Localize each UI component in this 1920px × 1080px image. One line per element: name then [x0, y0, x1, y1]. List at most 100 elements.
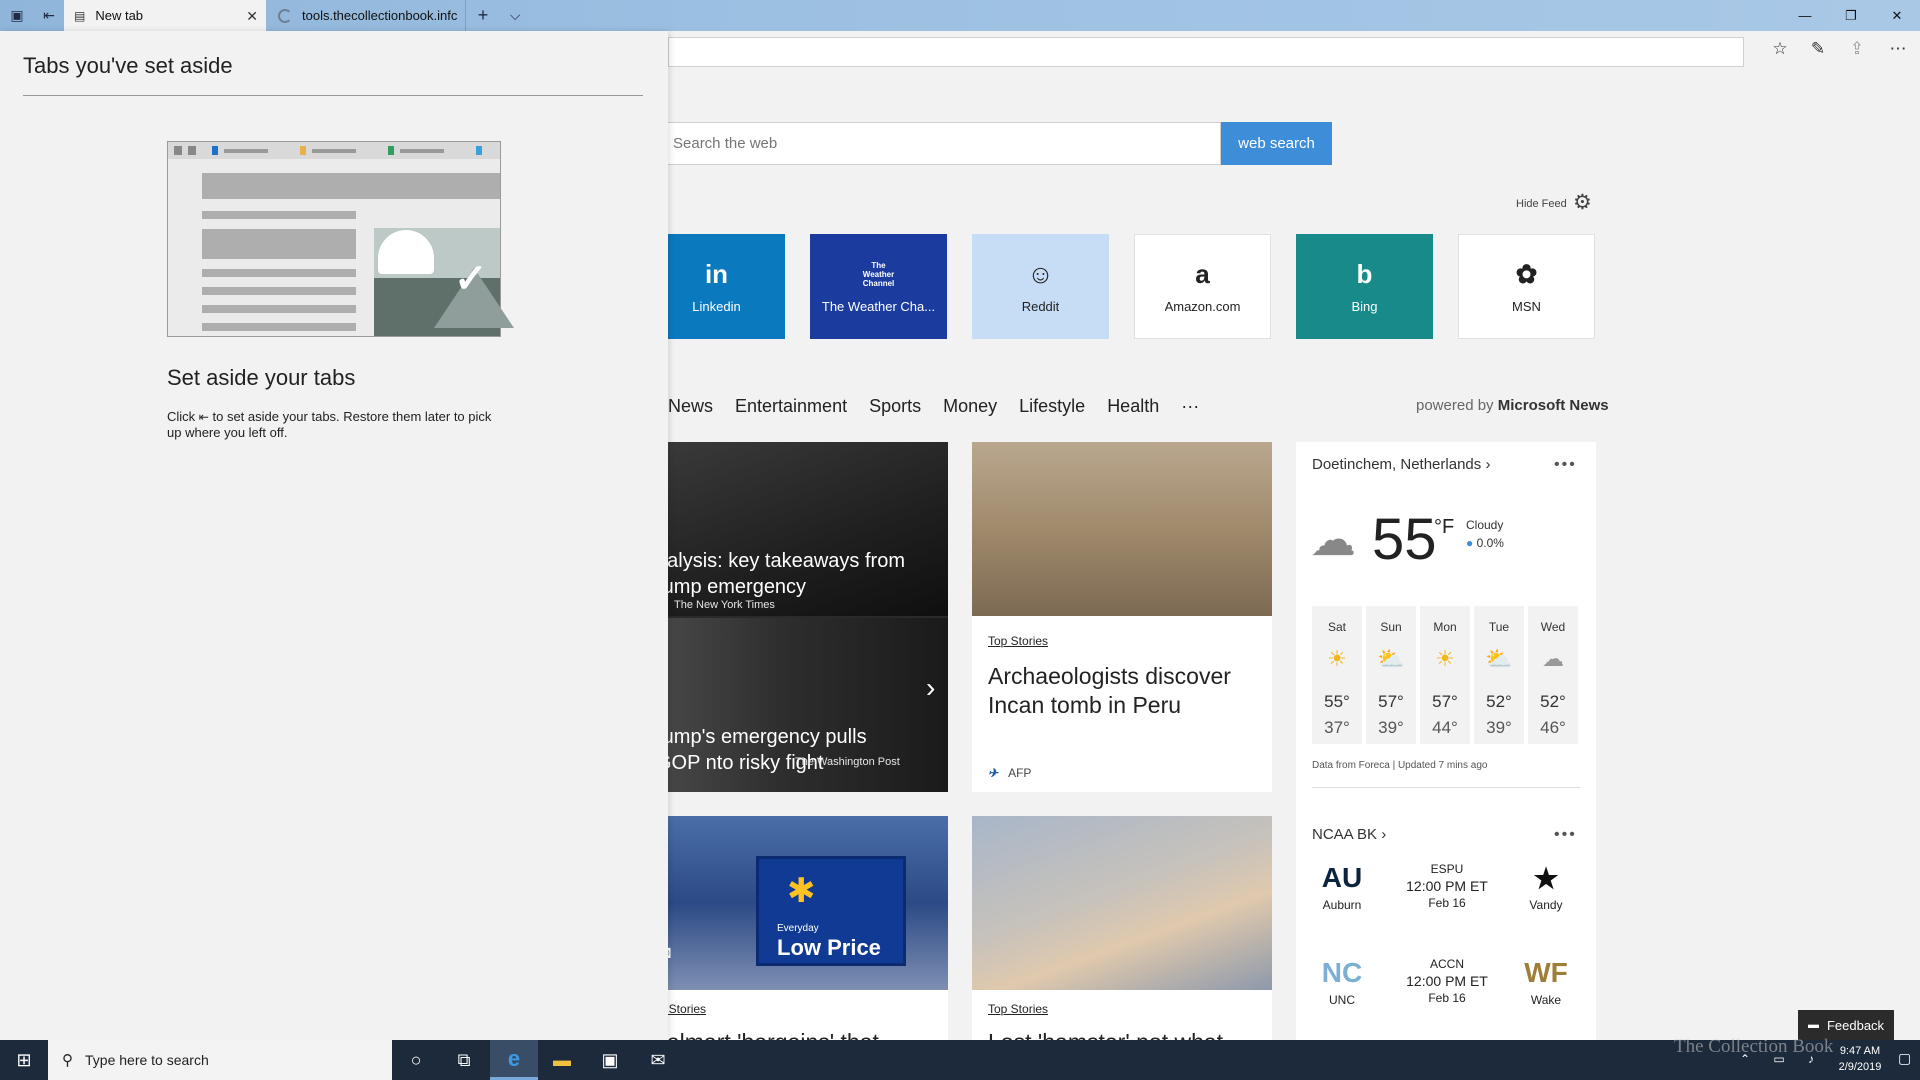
taskbar-search-placeholder: Type here to search	[85, 1052, 209, 1068]
story-image	[972, 442, 1272, 616]
sun-icon: ☀	[1327, 646, 1347, 671]
tile-label: Linkedin	[692, 299, 741, 314]
web-search-box[interactable]	[580, 122, 1221, 165]
pen-notes-icon[interactable]: ✎	[1806, 39, 1830, 59]
forecast-day[interactable]: Sun ⛅ 57° 39°	[1366, 606, 1416, 744]
clock[interactable]: 9:47 AM 2/9/2019	[1828, 1043, 1892, 1075]
raindrop-icon: ●	[1466, 536, 1474, 550]
weather-location[interactable]: Doetinchem, Netherlands ›	[1312, 456, 1490, 473]
minimize-button[interactable]: —	[1782, 0, 1828, 31]
cloud-icon: ☁	[1310, 513, 1356, 565]
hide-feed-link[interactable]: Hide Feed	[1516, 198, 1567, 210]
tile-label: Amazon.com	[1164, 299, 1241, 314]
restore-button[interactable]: ❐	[1828, 0, 1874, 31]
panel-subheading: Set aside your tabs	[167, 365, 356, 390]
weather-channel-icon: The Weather Channel	[862, 260, 895, 288]
divider	[1312, 787, 1580, 788]
start-windows-icon[interactable]: ⊞	[0, 1040, 48, 1080]
edge-browser-icon[interactable]: e	[490, 1040, 538, 1080]
story-headline[interactable]: Lost 'hamster' not what	[988, 1028, 1258, 1040]
new-tab-button[interactable]: +	[468, 0, 498, 31]
feed-settings-gear-icon[interactable]: ⚙	[1573, 190, 1592, 215]
tab-list-chevron-icon[interactable]: ⌵	[500, 0, 530, 31]
forecast-day[interactable]: Mon ☀ 57° 44°	[1420, 606, 1470, 744]
file-explorer-icon[interactable]: ▬	[538, 1040, 586, 1080]
illustration-image: ✓	[374, 228, 514, 336]
task-view-icon[interactable]: ⧉	[440, 1040, 488, 1080]
title-bar: ▣ ⇤ ▤ New tab ✕ tools.thecollectionbook.…	[0, 0, 1920, 31]
search-input[interactable]	[581, 123, 1220, 164]
set-aside-tabs-icon[interactable]: ⇤	[34, 0, 64, 31]
close-window-button[interactable]: ✕	[1874, 0, 1920, 31]
store-bag-icon[interactable]: ▣	[586, 1040, 634, 1080]
game-row[interactable]: NC UNC ACCN 12:00 PM ET Feb 16 WF Wake	[1312, 957, 1580, 1037]
top-site-reddit[interactable]: ☺ Reddit	[972, 234, 1109, 339]
clock-date: 2/9/2019	[1838, 1061, 1882, 1073]
ncaa-more-icon[interactable]: •••	[1554, 826, 1577, 844]
hero-story-carousel[interactable]: nalysis: key takeaways from rump emergen…	[646, 442, 948, 792]
hero-source: The New York Times	[674, 599, 775, 611]
ncaa-title[interactable]: NCAA BK ›	[1312, 826, 1386, 843]
more-options-icon[interactable]: ⋯	[1886, 39, 1910, 59]
tab-new-tab[interactable]: ▤ New tab ✕	[64, 0, 266, 31]
taskbar-search-box[interactable]: ⚲ Type here to search	[48, 1040, 392, 1080]
story-tag[interactable]: Top Stories	[988, 1002, 1048, 1016]
set-aside-tabs-icon: ⇤	[198, 410, 209, 424]
category-entertainment[interactable]: Entertainment	[735, 396, 847, 420]
weather-source[interactable]: Data from Foreca | Updated 7 mins ago	[1312, 760, 1487, 771]
share-icon[interactable]: ⇪	[1845, 39, 1869, 59]
story-tag[interactable]: Top Stories	[988, 634, 1048, 648]
temperature-unit[interactable]: °F	[1434, 516, 1454, 539]
category-more[interactable]: ···	[1181, 396, 1199, 420]
close-tab-icon[interactable]: ✕	[246, 8, 258, 25]
story-image: ✱ Everyday Low Price ◙	[646, 816, 948, 990]
top-site-msn[interactable]: ✿ MSN	[1458, 234, 1595, 339]
hero-source: The Washington Post	[795, 756, 900, 768]
story-card-walmart[interactable]: ✱ Everyday Low Price ◙ Top Stories Walma…	[646, 816, 948, 1040]
vandy-star-icon: ★	[1533, 863, 1559, 894]
action-center-icon[interactable]: ▢	[1898, 1050, 1911, 1067]
forecast-day[interactable]: Tue ⛅ 52° 39°	[1474, 606, 1524, 744]
story-headline[interactable]: Archaeologists discover Incan tomb in Pe…	[988, 662, 1258, 720]
hero-headline[interactable]: rump's emergency pulls GOP nto risky fig…	[656, 724, 916, 776]
story-card-archaeology[interactable]: Top Stories Archaeologists discover Inca…	[972, 442, 1272, 792]
address-bar[interactable]	[668, 37, 1744, 67]
tabs-set-aside-panel: Tabs you've set aside ✓ Set aside your t…	[0, 31, 668, 1040]
web-search-button[interactable]: web search	[1221, 122, 1332, 165]
carousel-next-icon[interactable]: ›	[926, 672, 935, 704]
partly-cloudy-icon: ⛅	[1485, 646, 1513, 671]
game-info: ACCN 12:00 PM ET Feb 16	[1406, 957, 1488, 1005]
top-site-weather-channel[interactable]: The Weather Channel The Weather Cha...	[810, 234, 947, 339]
hero-headline[interactable]: nalysis: key takeaways from rump emergen…	[656, 548, 916, 600]
wake-forest-logo-icon: WF	[1524, 957, 1568, 988]
top-site-linkedin[interactable]: in Linkedin	[648, 234, 785, 339]
mail-icon[interactable]: ✉	[634, 1040, 682, 1080]
linkedin-icon: in	[704, 258, 729, 289]
chevron-right-icon: ›	[1485, 456, 1491, 473]
weather-more-icon[interactable]: •••	[1554, 456, 1577, 474]
category-news[interactable]: News	[668, 396, 713, 420]
feedback-icon: ▬	[1807, 1019, 1819, 1031]
category-sports[interactable]: Sports	[869, 396, 921, 420]
unc-logo-icon: NC	[1321, 957, 1363, 988]
forecast-day[interactable]: Sat ☀ 55° 37°	[1312, 606, 1362, 744]
cortana-icon[interactable]: ○	[392, 1040, 440, 1080]
forecast-day[interactable]: Wed ☁ 52° 46°	[1528, 606, 1578, 744]
favorites-star-icon[interactable]: ☆	[1768, 39, 1792, 59]
checkmark-icon: ✓	[454, 257, 488, 301]
top-site-bing[interactable]: b Bing	[1296, 234, 1433, 339]
windows-taskbar: ⊞ ⚲ Type here to search ○ ⧉ e ▬ ▣ ✉ ⌃ ▭ …	[0, 1040, 1920, 1080]
game-row[interactable]: AU Auburn ESPU 12:00 PM ET Feb 16 ★ Vand…	[1312, 862, 1580, 942]
precipitation: ● 0.0%	[1466, 536, 1504, 550]
category-money[interactable]: Money	[943, 396, 997, 420]
category-health[interactable]: Health	[1107, 396, 1159, 420]
story-headline[interactable]: Walmart 'bargains' that	[646, 1028, 916, 1040]
story-card-hamster[interactable]: Top Stories Lost 'hamster' not what	[972, 816, 1272, 1040]
category-lifestyle[interactable]: Lifestyle	[1019, 396, 1085, 420]
set-aside-illustration: ✓	[167, 141, 514, 337]
microsoft-news-brand: Microsoft News	[1497, 397, 1609, 414]
tab-preview-icon[interactable]: ▣	[2, 0, 32, 31]
top-site-amazon[interactable]: a Amazon.com	[1134, 234, 1271, 339]
tab-tools-site[interactable]: tools.thecollectionbook.infc	[266, 0, 466, 31]
watermark-logo: The Collection Book	[1674, 1036, 1834, 1057]
